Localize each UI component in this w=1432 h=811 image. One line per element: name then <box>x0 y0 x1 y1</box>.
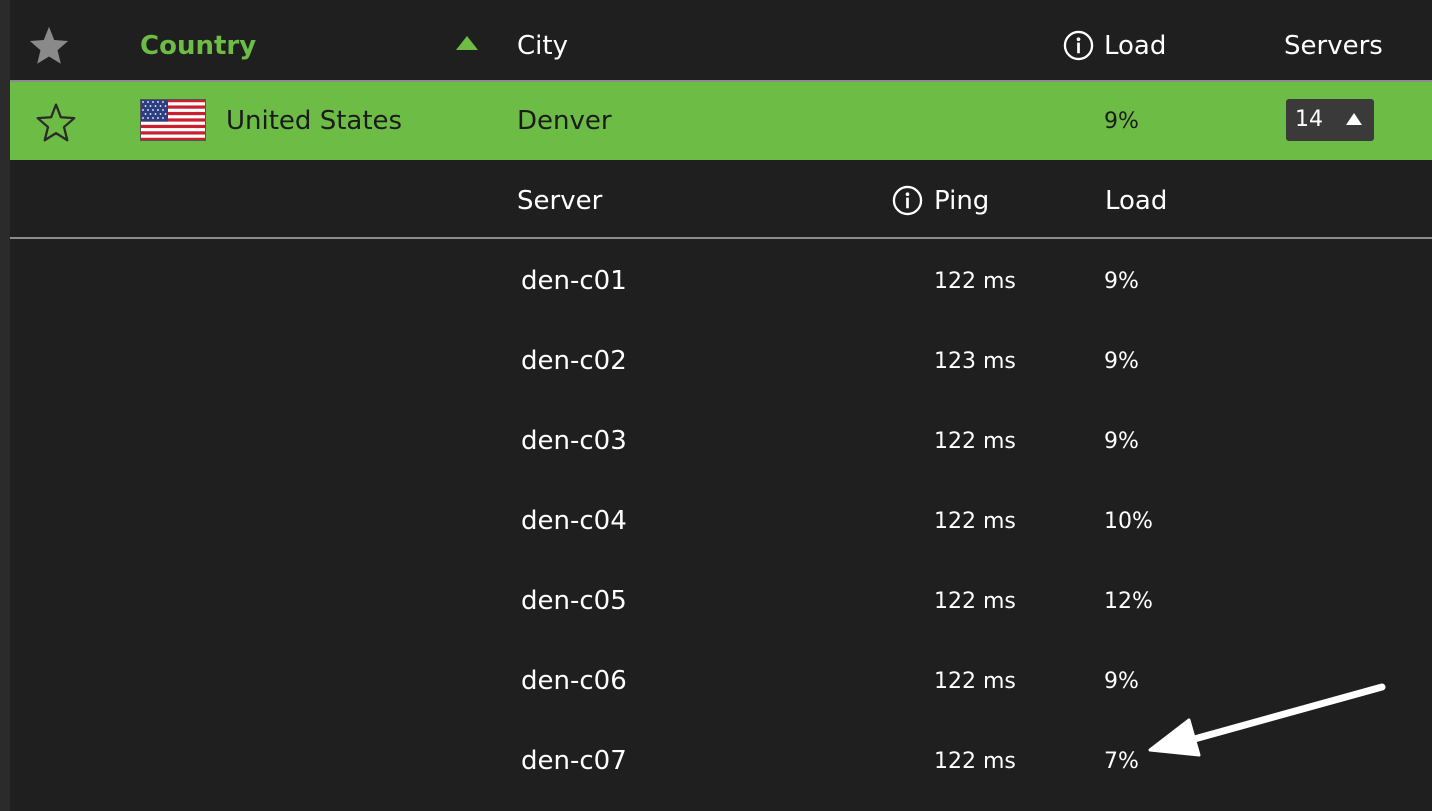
annotation-arrow-icon <box>1148 683 1386 757</box>
